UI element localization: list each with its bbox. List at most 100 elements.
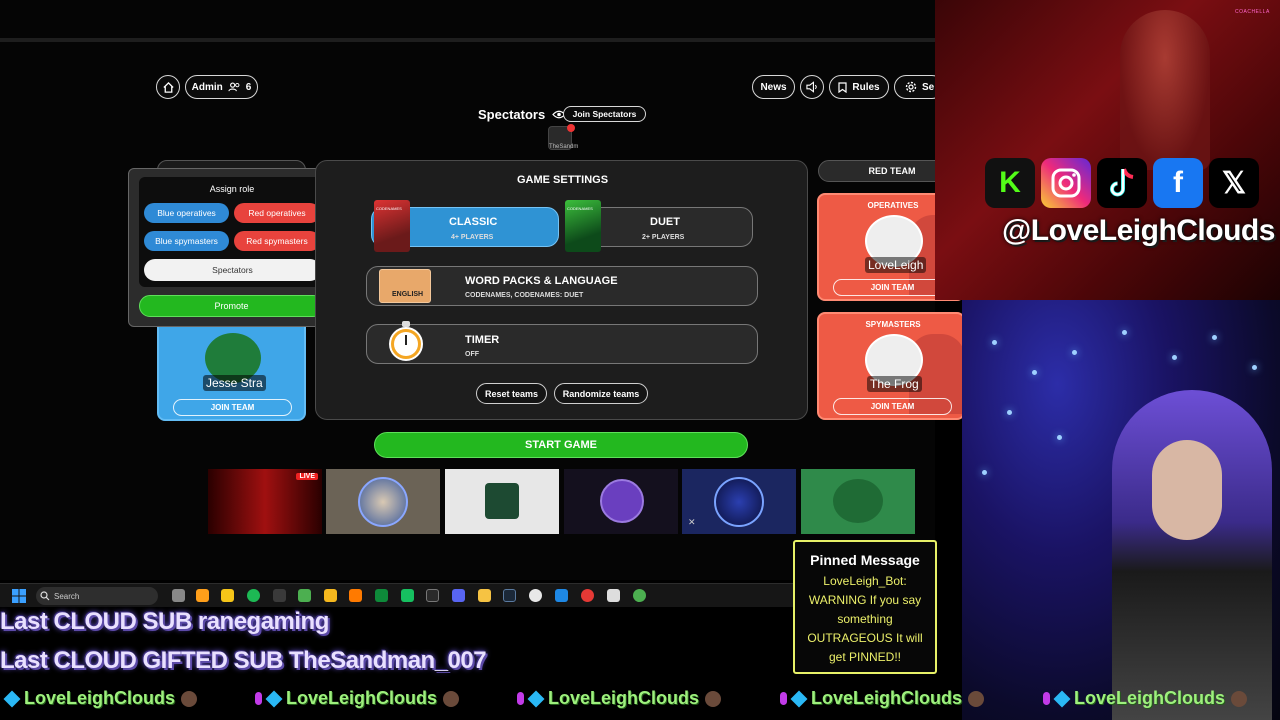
mode-classic-option[interactable]: CODENAMES CLASSIC 4+ PLAYERS	[371, 200, 559, 252]
red-spymasters-button[interactable]: Red spymasters	[234, 231, 320, 251]
emote-icon	[443, 690, 460, 707]
word-packs-option[interactable]: ENGLISH WORD PACKS & LANGUAGE CODENAMES,…	[366, 266, 758, 306]
tiktok-icon	[1097, 158, 1147, 208]
app-icon[interactable]	[607, 589, 620, 602]
codenames-game-window: Admin 6 News Rules Se Spectators Join Sp…	[0, 0, 966, 580]
xbox-icon[interactable]	[273, 589, 286, 602]
video-tile-3[interactable]	[445, 469, 559, 534]
red-operatives-button[interactable]: Red operatives	[234, 203, 320, 223]
duet-title: DUET	[650, 216, 680, 228]
mic-icon	[517, 692, 524, 705]
blue-join-team-button[interactable]: JOIN TEAM	[173, 399, 292, 416]
streamer-face	[1152, 440, 1222, 540]
cube-icon	[527, 690, 545, 707]
home-button[interactable]	[156, 75, 180, 99]
taskbar-search[interactable]: Search	[36, 587, 158, 605]
ticker-item: LoveLeighClouds	[780, 688, 985, 709]
assign-role-popup: Assign role Blue operatives Red operativ…	[128, 168, 334, 327]
video-tile-2[interactable]	[326, 469, 440, 534]
app-icon[interactable]	[555, 589, 568, 602]
rules-button[interactable]: Rules	[829, 75, 889, 99]
ticker-name: LoveLeighClouds	[548, 688, 700, 708]
video-tile-6[interactable]	[801, 469, 915, 534]
task-view-icon[interactable]	[172, 589, 185, 602]
sound-button[interactable]	[800, 75, 824, 99]
minecraft-icon[interactable]	[298, 589, 311, 602]
video-tile-4[interactable]	[564, 469, 678, 534]
game-settings-title: GAME SETTINGS	[516, 174, 609, 186]
streamer-webcam	[962, 300, 1280, 720]
spotify-icon[interactable]	[247, 589, 260, 602]
file-app-icon[interactable]	[221, 589, 234, 602]
reset-teams-button[interactable]: Reset teams	[476, 383, 547, 404]
blue-operatives-button[interactable]: Blue operatives	[144, 203, 229, 223]
streamer-handle: @LoveLeighClouds	[1002, 214, 1275, 247]
name-ticker: LoveLeighClouds LoveLeighClouds LoveLeig…	[0, 688, 1280, 712]
gear-icon	[905, 81, 917, 93]
last-gifted-sub-text: Last CLOUD GIFTED SUB TheSandman_007	[0, 647, 487, 674]
promote-label: Promote	[214, 301, 249, 311]
screen: Admin 6 News Rules Se Spectators Join Sp…	[0, 0, 1280, 720]
settings-label: Se	[922, 81, 935, 93]
join-spectators-button[interactable]: Join Spectators	[563, 106, 646, 122]
app-icon[interactable]	[196, 589, 209, 602]
app-icon[interactable]	[375, 589, 388, 602]
join-spectators-label: Join Spectators	[572, 109, 637, 119]
steam-icon[interactable]	[503, 589, 516, 602]
discord-icon[interactable]	[452, 589, 465, 602]
admin-button[interactable]: Admin 6	[185, 75, 258, 99]
blue-player-name: Jesse Stra	[203, 375, 266, 391]
pinned-message: Pinned Message LoveLeigh_Bot: WARNING If…	[793, 540, 937, 674]
join-team-label: JOIN TEAM	[870, 402, 915, 411]
ticker-name: LoveLeighClouds	[811, 688, 963, 708]
mode-duet-option[interactable]: CODENAMES DUET 2+ PLAYERS	[565, 200, 753, 252]
windows-start-icon[interactable]	[12, 589, 26, 603]
epic-games-icon[interactable]	[426, 589, 439, 602]
duet-box-art: CODENAMES	[565, 200, 601, 252]
mic-icon	[255, 692, 262, 705]
red-spymasters-label: Red spymasters	[246, 236, 308, 246]
randomize-teams-button[interactable]: Randomize teams	[554, 383, 648, 404]
blue-spymasters-button[interactable]: Blue spymasters	[144, 231, 229, 251]
start-game-label: START GAME	[525, 439, 597, 451]
promote-button[interactable]: Promote	[139, 295, 324, 317]
live-badge: LIVE	[296, 473, 318, 480]
admin-label: Admin	[191, 81, 223, 93]
video-tile-5[interactable]: ✕	[682, 469, 796, 534]
red-team-title: RED TEAM	[868, 166, 916, 176]
folder-icon[interactable]	[478, 589, 491, 602]
app-icon[interactable]	[349, 589, 362, 602]
chrome-icon[interactable]	[633, 589, 646, 602]
assign-role-title: Assign role	[209, 184, 255, 194]
search-icon	[40, 591, 50, 601]
start-game-button[interactable]: START GAME	[374, 432, 748, 458]
join-team-label: JOIN TEAM	[210, 403, 255, 412]
admin-badge	[567, 124, 575, 132]
ticker-name: LoveLeighClouds	[1074, 688, 1226, 708]
timer-option[interactable]: TIMER OFF	[366, 321, 758, 365]
news-button[interactable]: News	[752, 75, 795, 99]
join-team-label: JOIN TEAM	[870, 283, 915, 292]
app-icon[interactable]	[529, 589, 542, 602]
red-spymasters-join-button[interactable]: JOIN TEAM	[833, 398, 952, 415]
spectators-heading: Spectators	[478, 107, 566, 122]
game-settings-panel: GAME SETTINGS CODENAMES CLASSIC 4+ PLAYE…	[315, 160, 808, 420]
cube-icon	[3, 690, 21, 707]
spymasters-label: SPYMASTERS	[865, 320, 921, 329]
classic-box-art: CODENAMES	[374, 200, 410, 252]
rules-label: Rules	[852, 81, 880, 93]
ticker-item: LoveLeighClouds	[255, 688, 460, 709]
muted-mic-icon: ✕	[688, 517, 696, 527]
video-tile-1[interactable]: LIVE	[208, 469, 322, 534]
red-operatives-label: Red operatives	[248, 208, 306, 218]
spectators-role-button[interactable]: Spectators	[144, 259, 321, 281]
app-icon[interactable]	[401, 589, 414, 602]
randomize-teams-label: Randomize teams	[562, 388, 640, 399]
chrome-icon[interactable]	[581, 589, 594, 602]
duet-box-text: CODENAMES	[567, 206, 593, 211]
timer-value: OFF	[465, 351, 479, 358]
app-icon[interactable]	[324, 589, 337, 602]
home-icon	[162, 81, 174, 93]
ticker-name: LoveLeighClouds	[24, 688, 176, 708]
stopwatch-icon	[387, 321, 425, 365]
